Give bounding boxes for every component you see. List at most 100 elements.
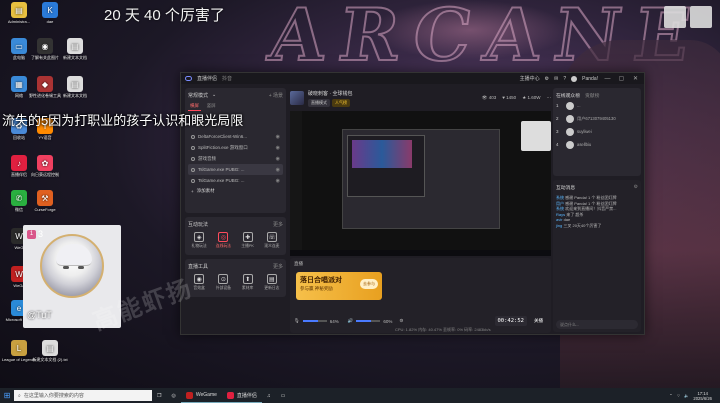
tool-button[interactable]: ▤ 更新日志 — [261, 273, 283, 291]
preview-nested-image — [352, 140, 412, 168]
taskbar-app-label: WeGame — [195, 392, 217, 398]
channel-name[interactable]: 破晓刺客 · 全球钱包 — [308, 90, 352, 97]
tool-button[interactable]: ⊙ 外部设备 — [212, 273, 234, 291]
source-item[interactable]: DeltaForceClient-Win6... ◉ — [188, 131, 283, 142]
chat-input[interactable]: 说点什么... — [556, 320, 638, 329]
tab-portrait[interactable]: 竖屏 — [207, 103, 216, 108]
promo-banner[interactable]: 落日合唱派对 参与赢 神秘奖励 去参与 — [296, 272, 382, 300]
source-item[interactable]: TslGame.exe PUBG: ... ◉ — [188, 175, 283, 186]
desktop-app-icon: ◉ — [37, 38, 53, 54]
audience-row[interactable]: 1... — [556, 99, 638, 112]
desktop-app-icon: ▤ — [42, 340, 58, 356]
source-item[interactable]: SplitFiction.exe 游戏窗口 ◉ — [188, 142, 283, 153]
help-icon[interactable]: ? — [563, 76, 566, 82]
creator-center-link[interactable]: 主播中心 — [520, 75, 540, 82]
desktop-icon[interactable]: ▤ 新建文本文档 (2).txt — [28, 340, 72, 362]
eye-icon[interactable]: ◉ — [276, 145, 280, 151]
source-item[interactable]: 游戏音频 ◉ — [188, 153, 283, 164]
chat-message: jing 三叉 20天40个厉害了 — [556, 223, 638, 229]
minimize-icon[interactable]: — — [603, 76, 612, 82]
source-item[interactable]: TslGame.exe PUBG: ... ◉ — [188, 164, 283, 175]
app-logo-icon — [185, 76, 192, 81]
add-scene-button[interactable]: + 场景 — [269, 92, 283, 99]
mic-volume-fill — [302, 320, 319, 322]
channel-cover[interactable] — [290, 91, 304, 105]
eye-icon[interactable]: ◉ — [276, 178, 280, 184]
chat-user[interactable]: jing — [556, 223, 562, 228]
tool-button[interactable]: ✚ 主播PK — [237, 231, 259, 249]
live-tools-more-link[interactable]: 更多 — [273, 263, 283, 270]
mic-volume-slider[interactable] — [302, 320, 327, 322]
preview-avatar — [521, 121, 551, 151]
promo-join-button[interactable]: 去参与 — [360, 279, 378, 289]
interact-more-link[interactable]: 更多 — [273, 221, 283, 228]
viewer-count: 👁 403 — [481, 95, 497, 100]
rank-badge[interactable]: 人气榜 — [332, 98, 350, 107]
taskbar-app[interactable]: 直播伴侣 — [221, 388, 262, 403]
end-live-button[interactable]: 关播 — [530, 316, 547, 326]
tool-icon: ⊙ — [218, 274, 229, 284]
close-icon[interactable]: ✕ — [631, 75, 640, 82]
tool-button[interactable]: ◈ 礼物玩法 — [188, 231, 210, 249]
mic-icon[interactable]: 🎙 — [294, 318, 300, 324]
audience-row[interactable]: 4 asellbiu — [556, 138, 638, 151]
live-timer: 00:42:52 — [494, 316, 527, 326]
title-bar: 直播伴侣 抖音 主播中心 ⚙ ✉ ? Panda! — ▢ ✕ — [181, 73, 644, 84]
settings-icon[interactable]: ⚙ — [545, 76, 549, 82]
search-icon: ⌕ — [18, 392, 21, 399]
windows-start-icon[interactable]: ⊞ — [0, 388, 14, 403]
taskbar-app-icon — [185, 391, 193, 399]
chat-user[interactable]: 用户 — [556, 201, 564, 206]
eye-icon[interactable]: ◉ — [276, 156, 280, 162]
message-icon[interactable]: ✉ — [554, 76, 558, 82]
audience-row[interactable]: 2 用户6713079405130 — [556, 112, 638, 125]
tool-icon: ⬆ — [242, 274, 253, 284]
chrome-icon[interactable]: ◎ — [166, 388, 180, 403]
system-volume-slider[interactable] — [356, 320, 381, 322]
avatar[interactable] — [571, 75, 578, 82]
more-icon[interactable]: ⋯ — [547, 95, 552, 101]
chat-user[interactable]: 系统 — [556, 195, 564, 200]
avatar — [566, 127, 574, 136]
maximize-icon[interactable]: ▢ — [617, 75, 626, 82]
chat-settings-icon[interactable]: ⚙ — [634, 185, 638, 190]
tray-up-icon[interactable]: ⌃ — [669, 393, 672, 398]
right-panel: 在线观众榜 贡献榜 1... 2 用户6713079405130 3 suyliwei 4… — [553, 88, 641, 332]
search-placeholder: 在这里输入你要搜索的内容 — [23, 393, 84, 399]
taskbar-app[interactable]: WeGame — [180, 388, 222, 403]
tool-button[interactable]: ◎ 连线玩法 — [212, 231, 234, 249]
audience-row[interactable]: 3 suyliwei — [556, 125, 638, 138]
tool-button[interactable]: ☏ 观众连麦 — [261, 231, 283, 249]
desktop-icon[interactable]: Kdae — [28, 2, 72, 24]
tab-online-audience[interactable]: 在线观众榜 — [556, 92, 580, 99]
eye-icon[interactable]: ◉ — [276, 134, 280, 140]
task-view-icon[interactable]: ❐ — [152, 388, 166, 403]
search-input[interactable]: ⌕ 在这里输入你要搜索的内容 — [14, 390, 152, 401]
clock[interactable]: 17:14 2025/6/26 — [693, 391, 712, 401]
add-source-button[interactable]: + 添加素材 — [188, 186, 283, 196]
speaker-icon[interactable]: 🔊 — [348, 318, 354, 324]
settings-icon[interactable]: ⚙ — [399, 318, 403, 324]
network-icon[interactable]: ⌔ — [677, 393, 681, 399]
audience-list: 1... 2 用户6713079405130 3 suyliwei 4 asellbiu — [556, 99, 638, 151]
mode-badge[interactable]: 直播模式 — [308, 98, 330, 107]
desktop-app-icon: ◆ — [37, 76, 53, 92]
tool-button[interactable]: ⬆ 素材库 — [237, 273, 259, 291]
scene-mode-select[interactable]: 常规模式 — [188, 92, 208, 99]
audience-rank: 1 — [556, 103, 559, 108]
volume-icon[interactable]: 🔈 — [684, 393, 689, 398]
chevron-down-icon[interactable]: ⌄ — [212, 92, 216, 98]
chat-user[interactable]: avir — [556, 217, 562, 222]
desktop-icon[interactable]: ✿ 向日葵远程控制 — [23, 155, 67, 177]
folder-icon[interactable]: ▭ — [276, 388, 291, 403]
eye-icon[interactable]: ◉ — [276, 167, 280, 173]
tab-contribution[interactable]: 贡献榜 — [585, 92, 599, 99]
desktop-icon[interactable]: ▤ 新建文本文档 — [53, 76, 97, 98]
music-icon[interactable]: ♫ — [262, 388, 276, 403]
chat-user[interactable]: Rays — [556, 212, 565, 217]
chat-user[interactable]: 系统 — [556, 206, 564, 211]
desktop-icon[interactable]: ▤ 新建文本文档 — [53, 38, 97, 60]
desktop-icon[interactable]: ⚒ CurseForge — [23, 190, 67, 212]
user-name[interactable]: Panda! — [582, 76, 598, 82]
stream-preview[interactable] — [290, 111, 551, 256]
